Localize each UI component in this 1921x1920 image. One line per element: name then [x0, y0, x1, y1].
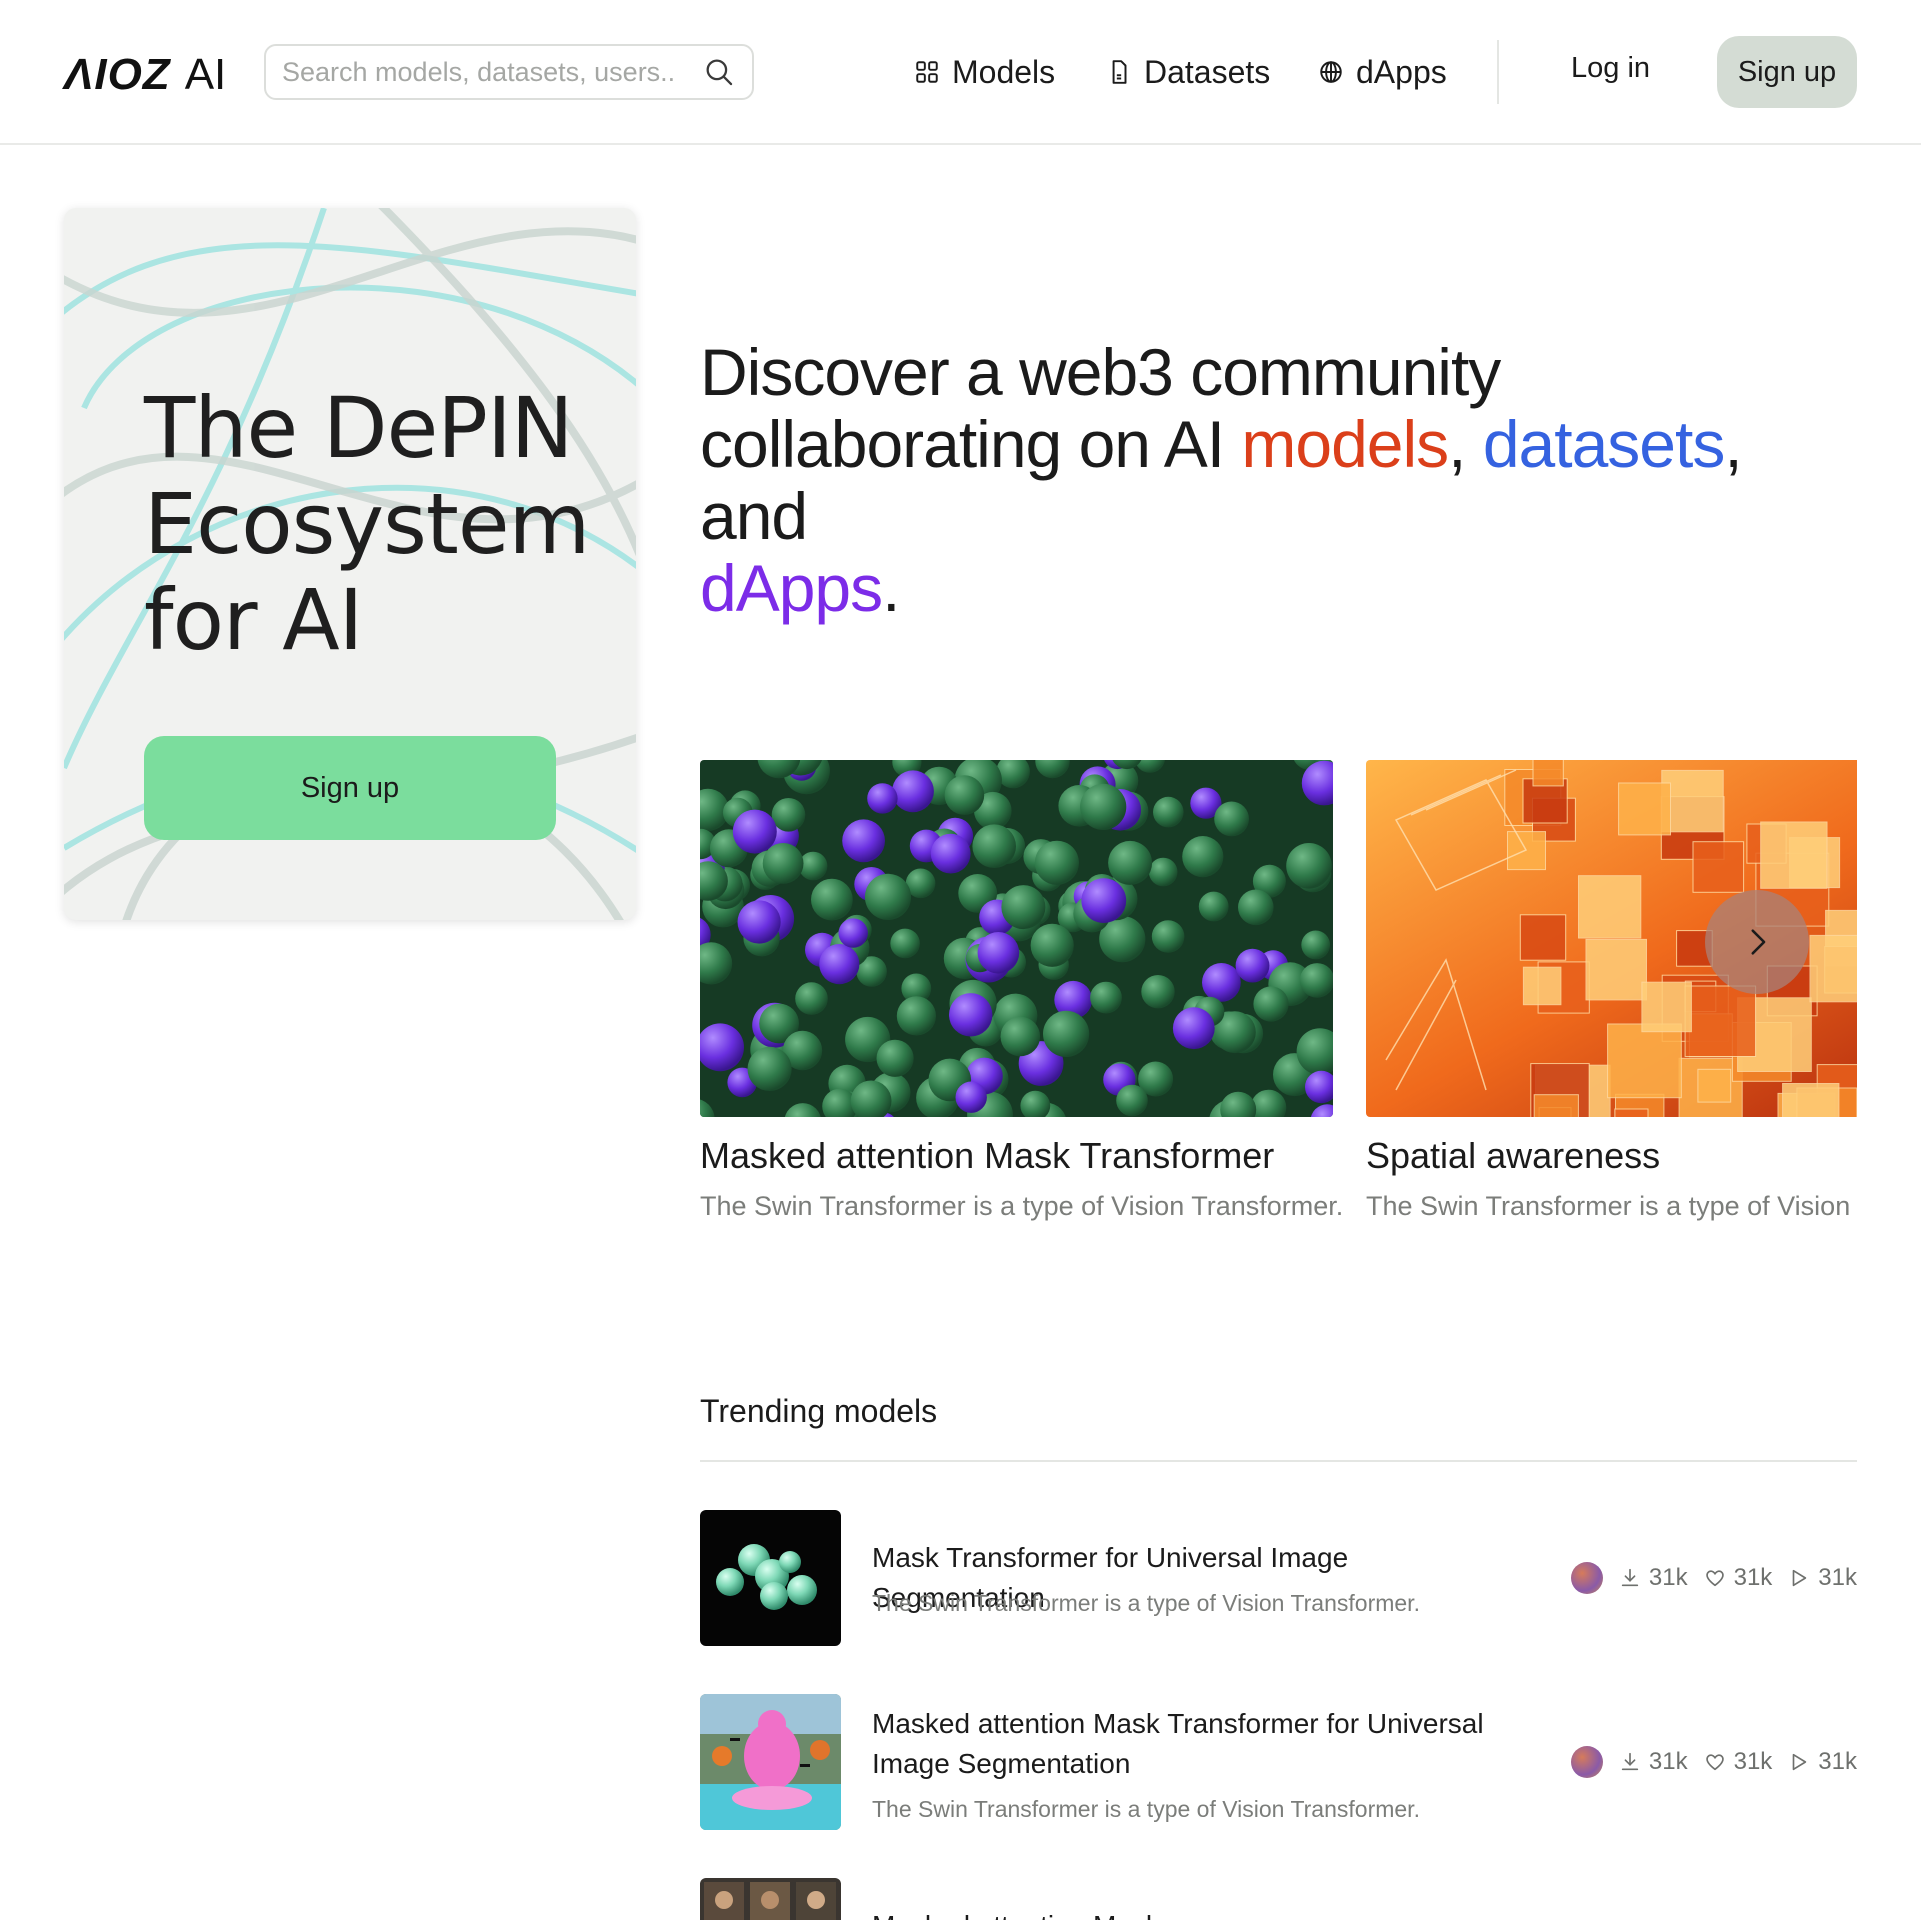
- model-thumbnail: [700, 1694, 841, 1830]
- nav-models[interactable]: Models: [914, 52, 1055, 92]
- featured-card[interactable]: Spatial awareness The Swin Transformer i…: [1366, 760, 1857, 1222]
- promo-signup-button[interactable]: Sign up: [144, 736, 556, 840]
- hero-highlight-dapps: dApps: [700, 551, 883, 625]
- model-description: The Swin Transformer is a type of Vision…: [872, 1796, 1420, 1822]
- trending-heading: Trending models: [700, 1393, 938, 1429]
- hero-heading: Discover a web3 community collaborating …: [700, 336, 1860, 624]
- search-box[interactable]: [264, 44, 754, 100]
- search-icon[interactable]: [702, 55, 736, 89]
- avatar[interactable]: [1570, 1746, 1603, 1778]
- chevron-right-icon: [1751, 929, 1766, 955]
- nav-dapps-label: dApps: [1356, 53, 1447, 90]
- model-stats: 31k 31k 31k: [1570, 1562, 1857, 1594]
- download-icon: [1621, 1752, 1639, 1771]
- download-count: 31k: [1648, 1748, 1688, 1775]
- list-item[interactable]: Mask Transformer for Universal Image Seg…: [700, 1510, 1857, 1646]
- hero-highlight-datasets: datasets: [1482, 407, 1725, 481]
- globe-icon: [1320, 61, 1342, 83]
- featured-title: Spatial awareness: [1366, 1135, 1661, 1176]
- aioz-logo[interactable]: ΛIOZ AI: [64, 50, 226, 100]
- login-button[interactable]: Log in: [1571, 52, 1650, 85]
- run-stat[interactable]: 31k: [1788, 1564, 1857, 1592]
- model-thumbnail: [700, 1878, 841, 1920]
- featured-description: The Swin Transformer is a type of Vision…: [700, 1191, 1344, 1221]
- like-count: 31k: [1733, 1748, 1773, 1775]
- avatar[interactable]: [1570, 1562, 1603, 1594]
- hero-line-1: Discover a web3 community: [700, 335, 1501, 409]
- nav-datasets-label: Datasets: [1144, 53, 1271, 90]
- heart-icon: [1705, 1570, 1724, 1587]
- featured-title: Masked attention Mask Transformer: [700, 1135, 1275, 1176]
- model-title[interactable]: Masked attention Mask Transformer for Un…: [872, 1704, 1512, 1784]
- featured-description: The Swin Transformer is a type of Vision…: [1366, 1191, 1857, 1221]
- hero-line-2: collaborating on AI models, datasets, an…: [700, 408, 1860, 552]
- like-stat[interactable]: 31k: [1704, 1564, 1773, 1592]
- model-thumbnail: [700, 1510, 841, 1646]
- download-stat[interactable]: 31k: [1619, 1564, 1688, 1592]
- download-count: 31k: [1648, 1564, 1688, 1591]
- featured-image-spheres: [700, 760, 1333, 1117]
- nav-datasets[interactable]: Datasets: [1106, 52, 1270, 92]
- trending-divider: [700, 1460, 1857, 1462]
- document-icon: [1112, 60, 1127, 84]
- signup-button[interactable]: Sign up: [1717, 36, 1857, 108]
- top-navigation-bar: ΛIOZ AI Models Datasets dApps Log in Sig…: [0, 0, 1921, 145]
- play-icon: [1792, 1569, 1807, 1587]
- download-stat[interactable]: 31k: [1619, 1748, 1688, 1776]
- nav-models-label: Models: [952, 53, 1056, 90]
- run-count: 31k: [1818, 1748, 1857, 1775]
- model-stats: 31k 31k 31k: [1570, 1746, 1857, 1778]
- promo-title: The DePIN Ecosystem for AI: [144, 379, 590, 669]
- like-count: 31k: [1733, 1564, 1773, 1591]
- hero-comma: ,: [1448, 407, 1466, 481]
- nav-dapps[interactable]: dApps: [1318, 52, 1447, 92]
- grid-icon: [916, 61, 938, 83]
- heart-icon: [1705, 1754, 1724, 1771]
- model-title[interactable]: Masked attention Mask: [872, 1906, 1512, 1920]
- play-icon: [1792, 1753, 1807, 1771]
- nav-divider: [1497, 40, 1499, 104]
- model-description: The Swin Transformer is a type of Vision…: [872, 1590, 1420, 1616]
- carousel-next-button[interactable]: [1705, 890, 1809, 994]
- list-item[interactable]: Masked attention Mask Transformer for Un…: [700, 1694, 1857, 1830]
- hero-line-3: dApps.: [700, 552, 1860, 624]
- logo-mark: ΛIOZ: [64, 50, 171, 99]
- hero-text: collaborating on AI: [700, 407, 1242, 481]
- run-stat[interactable]: 31k: [1788, 1748, 1857, 1776]
- promo-card: The DePIN Ecosystem for AI Sign up: [64, 208, 636, 920]
- hero-period: .: [882, 551, 900, 625]
- download-icon: [1621, 1568, 1639, 1587]
- logo-ai-text: AI: [184, 50, 227, 99]
- featured-carousel: Masked attention Mask Transformer The Sw…: [700, 760, 1857, 1240]
- search-input[interactable]: [282, 56, 702, 88]
- featured-card[interactable]: Masked attention Mask Transformer The Sw…: [700, 760, 1344, 1222]
- hero-highlight-models: models: [1241, 407, 1449, 481]
- run-count: 31k: [1818, 1564, 1857, 1591]
- list-item[interactable]: Masked attention Mask: [700, 1878, 1857, 1920]
- like-stat[interactable]: 31k: [1704, 1748, 1773, 1776]
